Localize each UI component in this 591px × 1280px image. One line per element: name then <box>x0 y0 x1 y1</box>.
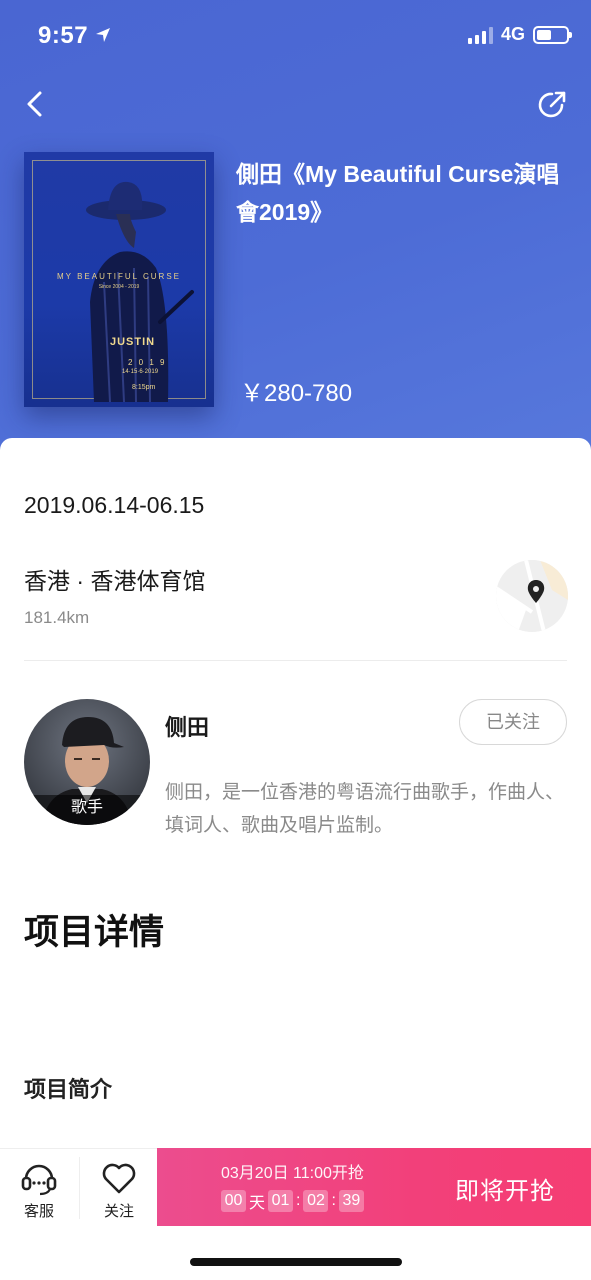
venue-distance: 181.4km <box>24 608 90 627</box>
poster-tagline: MY BEAUTIFUL CURSE <box>56 272 181 281</box>
poster-time: 8:15pm <box>132 384 156 391</box>
section-divider <box>24 660 567 661</box>
countdown-separator: : <box>296 1192 301 1209</box>
status-bar: 9:57 4G <box>0 0 591 70</box>
location-arrow-icon <box>96 28 110 42</box>
artist-name[interactable]: 侧田 <box>165 710 209 742</box>
avatar[interactable]: 歌手 <box>24 699 150 825</box>
home-indicator <box>190 1258 402 1266</box>
countdown-separator: : <box>331 1192 336 1209</box>
status-indicators: 4G <box>467 24 572 45</box>
event-poster[interactable]: MY BEAUTIFUL CURSE Since 2004 - 2019 JUS… <box>24 152 214 407</box>
battery-icon <box>533 25 572 44</box>
back-button[interactable] <box>20 88 52 120</box>
event-header: 9:57 4G MY BEAUTIFUL CURSE Since 2004 - … <box>0 0 591 460</box>
countdown-timer: 00 天 01 : 02 : 39 <box>221 1189 364 1213</box>
poster-dates: 14·15·6·2019 <box>122 369 159 375</box>
avatar-role-tag: 歌手 <box>24 795 150 825</box>
signal-icon <box>467 26 493 44</box>
follow-artist-button[interactable]: 已关注 <box>459 699 567 745</box>
artist-description: 侧田，是一位香港的粤语流行曲歌手，作曲人、填词人、歌曲及唱片监制。 <box>165 782 565 836</box>
follow-event-label: 关注 <box>103 1203 134 1220</box>
grab-tickets-label: 即将开抢 <box>455 1178 555 1205</box>
event-date: 2019.06.14-06.15 <box>24 492 205 518</box>
event-price: ￥280-780 <box>240 380 353 407</box>
poster-year: 2 0 1 9 <box>128 358 167 367</box>
share-icon[interactable] <box>537 88 569 120</box>
countdown-minutes: 02 <box>303 1190 329 1212</box>
poster-subline: Since 2004 - 2019 <box>98 284 140 290</box>
details-section-title: 项目详情 <box>24 913 165 952</box>
grab-tickets-button[interactable]: 03月20日 11:00开抢 00 天 01 : 02 : 39 即将开抢 <box>157 1148 591 1226</box>
customer-service-label: 客服 <box>23 1203 54 1220</box>
heart-icon <box>102 1163 136 1194</box>
event-title: 側田《My Beautiful Curse演唱會2019》 <box>236 161 560 225</box>
status-time: 9:57 <box>38 22 89 49</box>
map-pin-icon <box>496 560 568 632</box>
customer-service-button[interactable]: 客服 <box>0 1149 78 1227</box>
event-venue[interactable]: 香港 · 香港体育馆 <box>24 562 205 596</box>
headset-icon <box>21 1164 57 1196</box>
poster-artist-name: JUSTIN <box>110 336 156 348</box>
sale-start-time: 03月20日 11:00开抢 <box>221 1165 364 1182</box>
countdown-days-unit: 天 <box>249 1195 266 1212</box>
network-type: 4G <box>500 24 525 44</box>
countdown-seconds: 39 <box>338 1190 364 1212</box>
countdown-days: 00 <box>221 1190 246 1212</box>
follow-event-button[interactable]: 关注 <box>80 1149 158 1227</box>
map-thumbnail[interactable] <box>496 560 568 632</box>
intro-section-title: 项目简介 <box>24 1077 113 1102</box>
countdown-hours: 01 <box>268 1190 294 1212</box>
